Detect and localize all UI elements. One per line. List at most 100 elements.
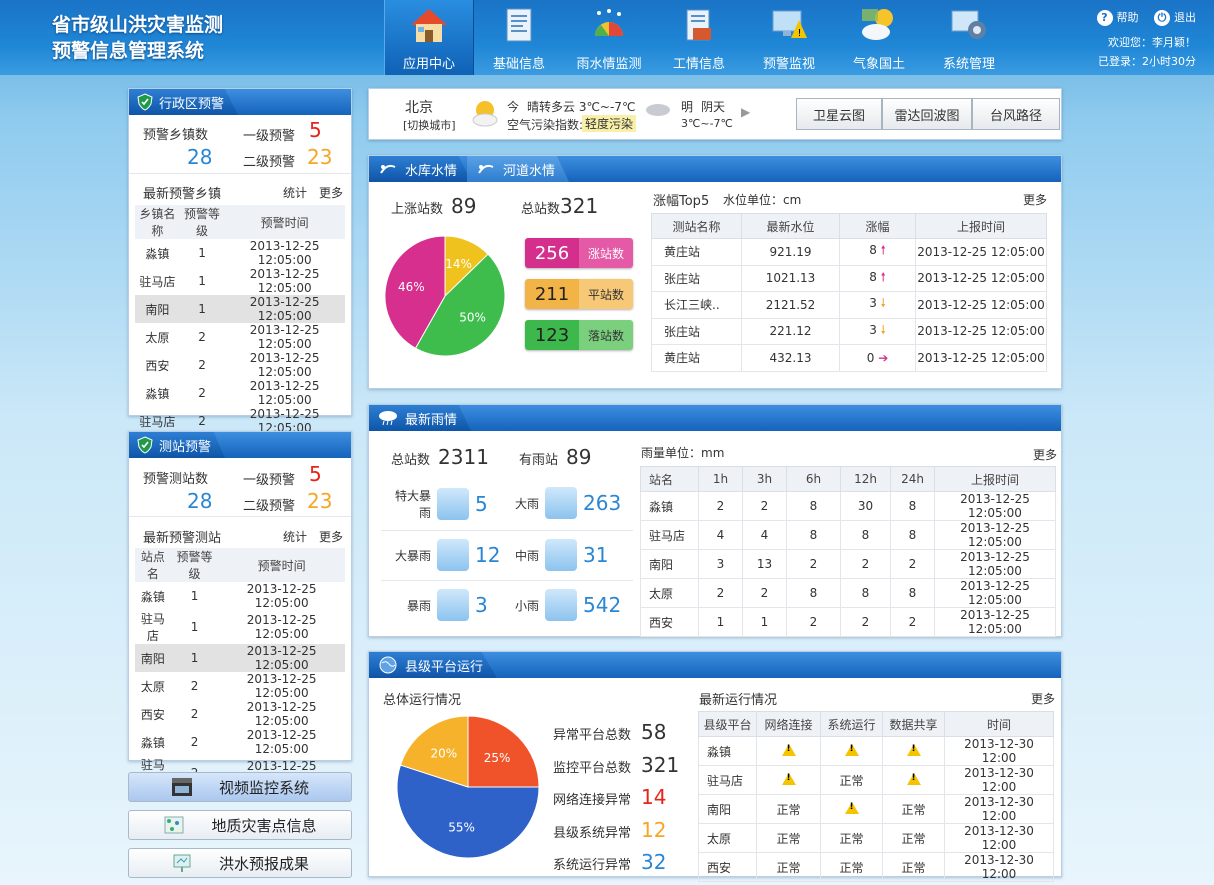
button-label: 洪水预报成果: [218, 854, 309, 873]
table-row[interactable]: 黄庄站 432.13 0 ➔ 2013-12-25 12:05:00: [651, 344, 1047, 372]
cell: 221.12: [741, 317, 840, 345]
level1-label: 一级预警: [243, 473, 296, 488]
warning-monitor-icon: !: [772, 10, 807, 39]
tab-admin-warning[interactable]: 行政区预警: [129, 89, 239, 115]
table-row[interactable]: 南阳 3 13 2 2 2 2013-12-25 12:05:00: [640, 549, 1056, 579]
radar-button[interactable]: 雷达回波图: [882, 98, 972, 130]
table-row[interactable]: 黄庄站 921.19 8 🠕 2013-12-25 12:05:00: [651, 238, 1047, 266]
stats-link[interactable]: 统计: [283, 184, 307, 201]
button-label: 地质灾害点信息: [211, 816, 317, 835]
table-header-row: 乡镇名称 预警等级 预警时间: [135, 205, 345, 239]
video-monitor-button[interactable]: 视频监控系统: [128, 772, 352, 802]
table-row-selected[interactable]: 南阳 1 2013-12-25 12:05:00: [135, 644, 345, 672]
table-row[interactable]: 淼镇 2013-12-30 12:00: [698, 736, 1054, 766]
table-row[interactable]: 南阳正常正常2013-12-30 12:00: [698, 794, 1054, 824]
flood-forecast-button[interactable]: 洪水预报成果: [128, 848, 352, 878]
cell: 2013-12-25 12:05:00: [249, 239, 320, 267]
cell: 2013-12-25 12:05:00: [218, 644, 345, 672]
table-row[interactable]: 西安 2 2013-12-25 12:05:00: [135, 700, 345, 728]
geo-hazard-button[interactable]: 地质灾害点信息: [128, 810, 352, 840]
rise-value: 8: [869, 243, 877, 258]
table-row[interactable]: 淼镇 2 2013-12-25 12:05:00: [135, 728, 345, 756]
table-row[interactable]: 驻马店 4 4 8 8 8 2013-12-25 12:05:00: [640, 520, 1056, 550]
rise-value: 3: [869, 322, 877, 337]
list-header: 最新预警乡镇 统计 更多: [129, 173, 351, 205]
table-header-row: 测站名称 最新水位 涨幅 上报时间: [651, 213, 1047, 239]
status-cell: [756, 765, 821, 795]
table-row[interactable]: 长江三峡.. 2121.52 3 🠗 2013-12-25 12:05:00: [651, 291, 1047, 319]
header: 省市级山洪灾害监测 预警信息管理系统 应用中心 基础信息 雨水情监测 工情信息 …: [0, 0, 1214, 75]
next-arrow-icon[interactable]: ▶: [741, 105, 750, 119]
status-cell: 正常: [882, 852, 945, 882]
falling-badge: 123 落站数: [525, 320, 633, 350]
table-row[interactable]: 驻马店 1 2013-12-25 12:05:00: [135, 610, 345, 644]
table-row[interactable]: 西安 正常 正常 正常 2013-12-30 12:00: [698, 852, 1054, 882]
nav-app-center[interactable]: 应用中心: [384, 0, 474, 75]
more-link[interactable]: 更多: [1023, 191, 1047, 208]
tab-station-warning[interactable]: 测站预警: [129, 432, 226, 458]
table-row[interactable]: 驻马店 正常 2013-12-30 12:00: [698, 765, 1054, 795]
nav-engineering[interactable]: 工情信息: [654, 0, 744, 75]
cell: 2013-12-25 12:05:00: [915, 317, 1047, 345]
sun-cloud-icon: [472, 101, 498, 127]
table-row-selected[interactable]: 南阳 1 2013-12-25 12:05:00: [135, 295, 345, 323]
tab-river[interactable]: 河道水情: [467, 156, 570, 182]
nav-warning-monitor[interactable]: ! 预警监视: [744, 0, 834, 75]
switch-city-link[interactable]: [切换城市]: [403, 117, 456, 133]
stats-link[interactable]: 统计: [283, 528, 307, 545]
logout-link[interactable]: ⏻ 退出: [1154, 8, 1196, 27]
column-header: 预警时间: [224, 205, 345, 239]
more-link[interactable]: 更多: [1033, 446, 1057, 463]
table-row[interactable]: 太原 正常 正常 正常 2013-12-30 12:00: [698, 823, 1054, 853]
nav-basic-info[interactable]: 基础信息: [474, 0, 564, 75]
table-row[interactable]: 太原 2 2013-12-25 12:05:00: [135, 672, 345, 700]
count-label: 预警测站数: [143, 472, 209, 487]
nav-weather-land[interactable]: 气象国土: [834, 0, 924, 75]
table-row[interactable]: 张庄站 1021.13 8 🠕 2013-12-25 12:05:00: [651, 264, 1047, 292]
water-drop-icon: [380, 164, 396, 174]
nav-rain-water[interactable]: 雨水情监测: [564, 0, 654, 75]
stat-label: 系统运行异常: [553, 858, 632, 873]
more-link[interactable]: 更多: [319, 184, 343, 201]
unit-label: 雨量单位：mm: [641, 446, 725, 460]
table-row[interactable]: 西安 1 1 2 2 2 2013-12-25 12:05:00: [640, 607, 1056, 637]
rain-level-grid: 特大暴雨 5 大雨 263 大暴雨 12 中雨 31 暴雨 3 小雨 542: [381, 479, 633, 631]
cell: 淼镇: [698, 736, 757, 766]
level2-count: 23: [307, 145, 333, 169]
tab-latest-rain[interactable]: 最新雨情: [369, 405, 472, 431]
table-row[interactable]: 淼镇 1 2013-12-25 12:05:00: [135, 239, 345, 267]
table-header-row: 站名 1h 3h 6h 12h 24h 上报时间: [640, 466, 1056, 492]
more-link[interactable]: 更多: [1031, 690, 1055, 707]
cell: 8: [840, 520, 891, 550]
table-row[interactable]: 驻马店 1 2013-12-25 12:05:00: [135, 267, 345, 295]
more-link[interactable]: 更多: [319, 528, 343, 545]
tab-county-platform[interactable]: 县级平台运行: [369, 652, 498, 678]
cell: 长江三峡..: [651, 291, 742, 319]
table-row[interactable]: 太原 2 2 8 8 8 2013-12-25 12:05:00: [640, 578, 1056, 608]
typhoon-path-button[interactable]: 台风路径: [972, 98, 1060, 130]
table-row[interactable]: 西安 2 2013-12-25 12:05:00: [135, 351, 345, 379]
table-row[interactable]: 张庄站 221.12 3 🠗 2013-12-25 12:05:00: [651, 317, 1047, 345]
column-header: 12h: [840, 466, 891, 492]
rain-level-item: 大雨 263: [499, 487, 621, 519]
table-row[interactable]: 淼镇 2 2 8 30 8 2013-12-25 12:05:00: [640, 491, 1056, 521]
stat-value: 14: [641, 785, 667, 809]
help-link[interactable]: ? 帮助: [1096, 8, 1139, 27]
tab-reservoir[interactable]: 水库水情: [369, 156, 472, 182]
cell: 1: [170, 644, 219, 672]
table-row[interactable]: 太原 2 2013-12-25 12:05:00: [135, 323, 345, 351]
cell: 南阳: [135, 644, 171, 672]
cell: 2013-12-25 12:05:00: [915, 291, 1047, 319]
level1-count: 5: [309, 118, 322, 142]
tab-label: 最新雨情: [405, 412, 458, 428]
nav-system-admin[interactable]: 系统管理: [924, 0, 1014, 75]
table-row[interactable]: 淼镇 2 2013-12-25 12:05:00: [135, 379, 345, 407]
satellite-cloud-button[interactable]: 卫星云图: [796, 98, 882, 130]
table-row[interactable]: 淼镇 1 2013-12-25 12:05:00: [135, 582, 345, 610]
water-drop-icon: [478, 164, 494, 174]
tab-label: 河道水情: [503, 163, 556, 179]
cell: 8: [890, 491, 935, 521]
weather-icon: [862, 9, 893, 40]
help-icon: ?: [1096, 9, 1113, 26]
cell: 西安: [140, 707, 165, 722]
